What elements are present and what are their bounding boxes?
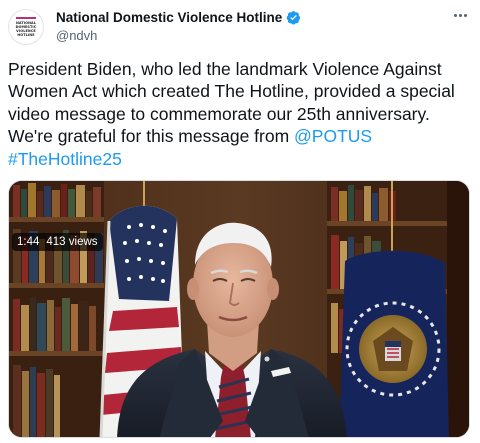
name-row: National Domestic Violence Hotline: [56, 8, 446, 26]
tweet-header: National Domestic Violence Hotline @ndvh: [56, 8, 446, 44]
hashtag-link[interactable]: #TheHotline25: [8, 149, 122, 169]
display-name[interactable]: National Domestic Violence Hotline: [56, 10, 282, 25]
avatar[interactable]: NATIONAL DOMESTIC VIOLENCE HOTLINE: [8, 9, 44, 45]
video-duration: 1:44: [17, 236, 40, 248]
verified-badge-icon: [287, 10, 301, 24]
avatar-logo-bar: [16, 17, 36, 19]
avatar-logo-line: HOTLINE: [17, 33, 35, 37]
bookshelf-left: [9, 181, 104, 437]
video-frame-image: [9, 181, 469, 437]
more-dot: [453, 13, 457, 17]
tweet-text: President Biden, who led the landmark Vi…: [8, 58, 472, 170]
video-player[interactable]: [8, 180, 470, 438]
more-dot: [463, 13, 467, 17]
tweet-card[interactable]: NATIONAL DOMESTIC VIOLENCE HOTLINE Natio…: [0, 0, 480, 443]
more-dot: [458, 13, 462, 17]
tweet-body-text: President Biden, who led the landmark Vi…: [8, 59, 455, 147]
mention-link[interactable]: @POTUS: [294, 126, 372, 146]
video-stats-badge: 1:44 413 views: [12, 233, 103, 251]
username-handle[interactable]: @ndvh: [56, 28, 446, 44]
more-options-icon[interactable]: [448, 6, 472, 24]
video-views: 413 views: [46, 236, 98, 248]
